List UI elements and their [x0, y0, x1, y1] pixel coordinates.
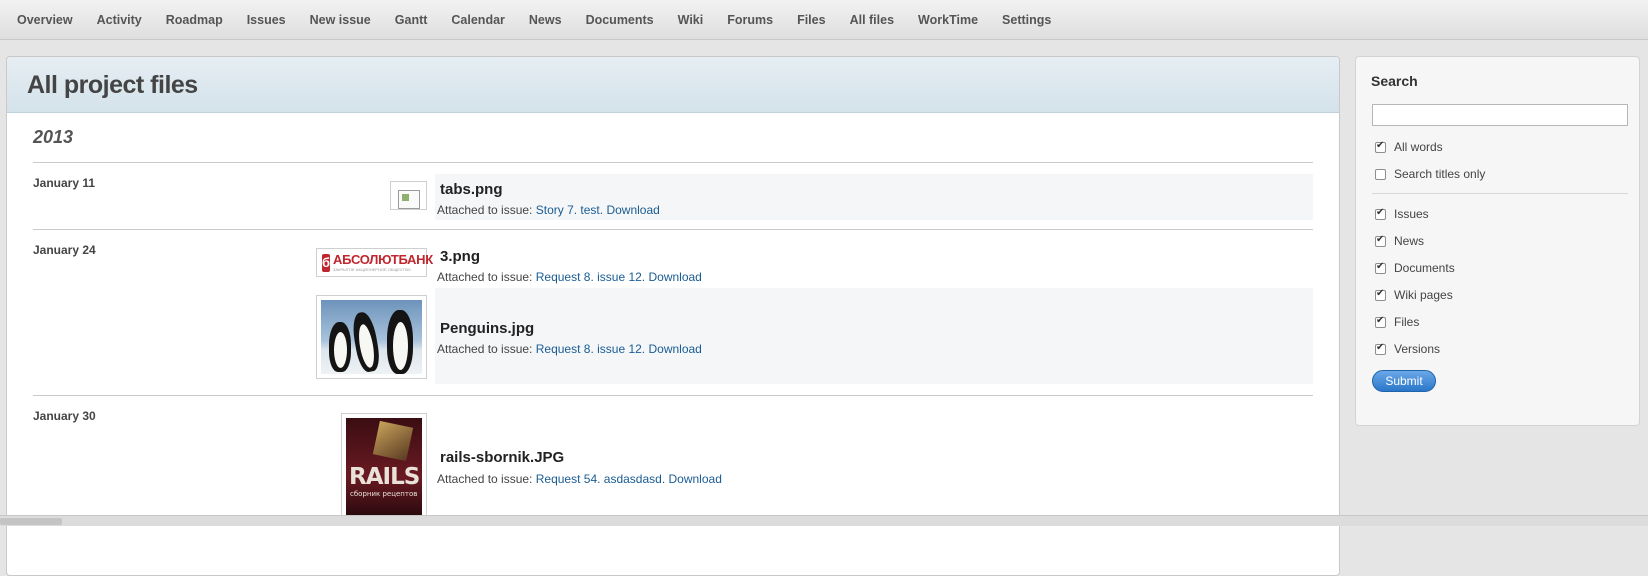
- attached-label: Attached to issue:: [437, 342, 533, 356]
- tab-all-files[interactable]: All files: [841, 0, 903, 40]
- sidebar-title: Search: [1371, 73, 1418, 89]
- option-label: Issues: [1394, 207, 1429, 221]
- thumbnail-logo-subtext: ЗАКРЫТОЕ АКЦИОНЕРНОЕ ОБЩЕСТВО: [333, 267, 411, 272]
- tab-calendar[interactable]: Calendar: [442, 0, 514, 40]
- issue-link[interactable]: Request 8. issue 12.: [536, 342, 645, 356]
- issue-link[interactable]: Story 7. test.: [536, 203, 603, 217]
- year-heading: 2013: [33, 127, 74, 147]
- tab-news[interactable]: News: [520, 0, 571, 40]
- bank-logo: б АБСОЛЮТБАНК ЗАКРЫТОЕ АКЦИОНЕРНОЕ ОБЩЕС…: [322, 252, 433, 273]
- checkbox-checked[interactable]: [1375, 288, 1386, 301]
- download-link[interactable]: Download: [669, 472, 722, 486]
- download-link[interactable]: Download: [648, 342, 701, 356]
- checkbox-checked[interactable]: [1375, 234, 1386, 247]
- divider: [33, 229, 1313, 230]
- date-heading: January 24: [33, 243, 96, 257]
- checkbox-checked[interactable]: [1375, 261, 1386, 274]
- tab-gantt[interactable]: Gantt: [386, 0, 437, 40]
- option-label: All words: [1394, 140, 1443, 154]
- thumbnail-cover-title: RAILS: [349, 464, 420, 490]
- issue-link[interactable]: Request 54. asdasdasd.: [536, 472, 665, 486]
- download-link[interactable]: Download: [648, 270, 701, 284]
- broken-image-icon: [397, 190, 420, 209]
- date-heading: January 11: [33, 176, 96, 190]
- file-thumbnail[interactable]: RAILS сборник рецептов: [341, 413, 427, 521]
- page-title: All project files: [27, 71, 198, 99]
- bank-mark-icon: б: [322, 253, 331, 272]
- file-name: 3.png: [440, 248, 480, 265]
- option-label: Files: [1394, 315, 1420, 329]
- thumbnail-logo-text: АБСОЛЮТБАНК: [333, 252, 433, 267]
- scope-wiki-pages[interactable]: Wiki pages: [1375, 288, 1453, 302]
- divider: [33, 162, 1313, 163]
- file-name: tabs.png: [440, 181, 503, 198]
- file-entry: tabs.png Attached to issue: Story 7. tes…: [435, 174, 1313, 220]
- rails-book-cover: RAILS сборник рецептов: [346, 418, 422, 516]
- file-thumbnail[interactable]: [390, 181, 427, 210]
- file-entry: 3.png Attached to issue: Request 8. issu…: [435, 241, 1313, 287]
- tab-wiki[interactable]: Wiki: [669, 0, 713, 40]
- file-thumbnail[interactable]: б АБСОЛЮТБАНК ЗАКРЫТОЕ АКЦИОНЕРНОЕ ОБЩЕС…: [316, 248, 433, 277]
- file-entry: rails-sbornik.JPG Attached to issue: Req…: [435, 437, 1313, 497]
- file-name: rails-sbornik.JPG: [440, 449, 565, 466]
- file-thumbnail[interactable]: [316, 295, 427, 379]
- option-all-words[interactable]: All words: [1375, 140, 1443, 154]
- tab-issues[interactable]: Issues: [238, 0, 295, 40]
- attached-label: Attached to issue:: [437, 203, 533, 217]
- content-panel: All project files 2013 January 11 tabs.p…: [6, 56, 1340, 576]
- checkbox-checked[interactable]: [1375, 207, 1386, 220]
- option-label: Search titles only: [1394, 167, 1486, 181]
- tab-activity[interactable]: Activity: [88, 0, 151, 40]
- tab-files[interactable]: Files: [788, 0, 835, 40]
- tab-settings[interactable]: Settings: [993, 0, 1060, 40]
- horizontal-scrollbar[interactable]: [0, 515, 1648, 526]
- checkbox-checked[interactable]: [1375, 140, 1386, 153]
- scope-news[interactable]: News: [1375, 234, 1424, 248]
- file-meta: Attached to issue: Story 7. test. Downlo…: [437, 203, 660, 217]
- download-link[interactable]: Download: [606, 203, 659, 217]
- checkbox-checked[interactable]: [1375, 315, 1386, 328]
- submit-button[interactable]: Submit: [1372, 370, 1436, 392]
- scope-issues[interactable]: Issues: [1375, 207, 1429, 221]
- option-label: News: [1394, 234, 1425, 248]
- thumbnail-cover-subtitle: сборник рецептов: [350, 490, 418, 498]
- file-name: Penguins.jpg: [440, 320, 535, 337]
- file-meta: Attached to issue: Request 8. issue 12. …: [437, 342, 702, 356]
- sidebar-divider: [1372, 193, 1628, 194]
- penguins-photo: [321, 300, 422, 374]
- tab-worktime[interactable]: WorkTime: [909, 0, 987, 40]
- file-entry: Penguins.jpg Attached to issue: Request …: [435, 288, 1313, 384]
- option-label: Versions: [1394, 342, 1441, 356]
- search-sidebar: Search All words Search titles only Issu…: [1355, 56, 1640, 426]
- file-meta: Attached to issue: Request 54. asdasdasd…: [437, 472, 722, 486]
- file-meta: Attached to issue: Request 8. issue 12. …: [437, 270, 702, 284]
- attached-label: Attached to issue:: [437, 270, 533, 284]
- project-menu: Overview Activity Roadmap Issues New iss…: [0, 0, 1648, 40]
- issue-link[interactable]: Request 8. issue 12.: [536, 270, 645, 284]
- tab-documents[interactable]: Documents: [577, 0, 663, 40]
- tab-forums[interactable]: Forums: [718, 0, 782, 40]
- option-label: Wiki pages: [1394, 288, 1453, 302]
- tab-roadmap[interactable]: Roadmap: [157, 0, 232, 40]
- checkbox-checked[interactable]: [1375, 342, 1386, 355]
- scope-documents[interactable]: Documents: [1375, 261, 1455, 275]
- option-titles-only[interactable]: Search titles only: [1375, 167, 1485, 181]
- attached-label: Attached to issue:: [437, 472, 533, 486]
- scope-versions[interactable]: Versions: [1375, 342, 1440, 356]
- scrollbar-thumb[interactable]: [0, 518, 62, 525]
- checkbox-unchecked[interactable]: [1375, 168, 1386, 180]
- tab-new-issue[interactable]: New issue: [301, 0, 380, 40]
- option-label: Documents: [1394, 261, 1455, 275]
- scope-files[interactable]: Files: [1375, 315, 1419, 329]
- search-input[interactable]: [1372, 104, 1628, 126]
- tab-overview[interactable]: Overview: [8, 0, 82, 40]
- content-header: All project files: [7, 57, 1339, 113]
- divider: [33, 395, 1313, 396]
- date-heading: January 30: [33, 409, 96, 423]
